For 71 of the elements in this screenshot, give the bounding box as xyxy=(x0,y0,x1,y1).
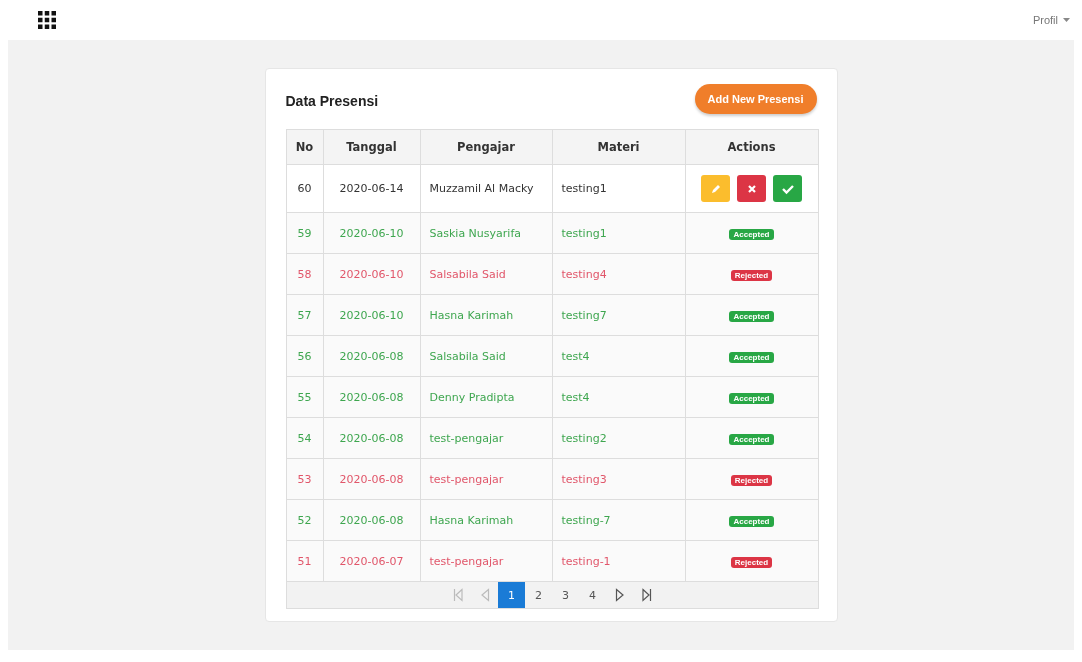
column-header: Tanggal xyxy=(323,129,420,165)
table-cell: testing1 xyxy=(552,164,685,213)
first-page-icon xyxy=(452,588,463,602)
triangle-left-icon xyxy=(479,588,490,602)
table-cell: Muzzamil Al Macky xyxy=(420,164,552,213)
table-cell: 2020-06-07 xyxy=(323,540,420,582)
table-cell: 2020-06-10 xyxy=(323,253,420,295)
table-cell: testing-7 xyxy=(552,499,685,541)
accept-button[interactable] xyxy=(773,175,802,202)
status-badge: Rejected xyxy=(730,474,773,486)
table-cell: testing2 xyxy=(552,417,685,459)
card-title: Data Presensi xyxy=(285,93,379,109)
table-cell: 52 xyxy=(286,499,323,541)
table-cell: 2020-06-08 xyxy=(323,376,420,418)
table-cell: testing-1 xyxy=(552,540,685,582)
table-cell: 2020-06-08 xyxy=(323,417,420,459)
table-cell: testing4 xyxy=(552,253,685,295)
status-badge: Rejected xyxy=(730,269,773,281)
table-cell: 59 xyxy=(286,212,323,254)
table-cell: 2020-06-08 xyxy=(323,499,420,541)
table-cell: 2020-06-08 xyxy=(323,335,420,377)
table-cell: 55 xyxy=(286,376,323,418)
status-badge: Rejected xyxy=(730,556,773,568)
apps-grid-icon[interactable] xyxy=(38,11,56,29)
table-cell: 2020-06-10 xyxy=(323,212,420,254)
status-badge: Accepted xyxy=(729,515,774,527)
table-cell: testing7 xyxy=(552,294,685,336)
reject-button[interactable] xyxy=(737,175,766,202)
table-cell: Salsabila Said xyxy=(420,253,552,295)
triangle-right-icon xyxy=(614,588,625,602)
table-cell: Saskia Nusyarifa xyxy=(420,212,552,254)
status-badge: Accepted xyxy=(729,351,774,363)
table-cell: Hasna Karimah xyxy=(420,294,552,336)
page-button[interactable]: 2 xyxy=(525,582,552,608)
table-cell: 53 xyxy=(286,458,323,500)
table-cell: Salsabila Said xyxy=(420,335,552,377)
profile-menu[interactable]: Profil xyxy=(1032,14,1070,26)
column-header: No xyxy=(286,129,323,165)
caret-icon xyxy=(1063,18,1070,22)
table-cell: 2020-06-08 xyxy=(323,458,420,500)
table-cell: 2020-06-10 xyxy=(323,294,420,336)
table-cell: 2020-06-14 xyxy=(323,164,420,213)
table-cell: test-pengajar xyxy=(420,540,552,582)
table-cell: 56 xyxy=(286,335,323,377)
column-header: Materi xyxy=(552,129,685,165)
status-badge: Accepted xyxy=(729,228,774,240)
column-header: Pengajar xyxy=(420,129,552,165)
table-cell: test-pengajar xyxy=(420,458,552,500)
table-cell: testing1 xyxy=(552,212,685,254)
status-badge: Accepted xyxy=(729,310,774,322)
page-button[interactable]: 3 xyxy=(552,582,579,608)
table-cell: 60 xyxy=(286,164,323,213)
close-icon xyxy=(745,182,758,195)
table-cell: Hasna Karimah xyxy=(420,499,552,541)
status-badge: Accepted xyxy=(729,392,774,404)
page-button[interactable]: 1 xyxy=(498,582,525,608)
table-cell: testing3 xyxy=(552,458,685,500)
status-badge: Accepted xyxy=(729,433,774,445)
table-cell: Denny Pradipta xyxy=(420,376,552,418)
column-header: Actions xyxy=(685,129,818,165)
pencil-icon xyxy=(709,182,722,195)
table-cell: 58 xyxy=(286,253,323,295)
check-icon xyxy=(780,182,795,195)
table-cell: 54 xyxy=(286,417,323,459)
table-cell: 57 xyxy=(286,294,323,336)
table-cell: test-pengajar xyxy=(420,417,552,459)
table-cell: test4 xyxy=(552,335,685,377)
page-button[interactable]: 4 xyxy=(579,582,606,608)
last-page-icon xyxy=(641,588,652,602)
table-cell: 51 xyxy=(286,540,323,582)
table-cell: test4 xyxy=(552,376,685,418)
